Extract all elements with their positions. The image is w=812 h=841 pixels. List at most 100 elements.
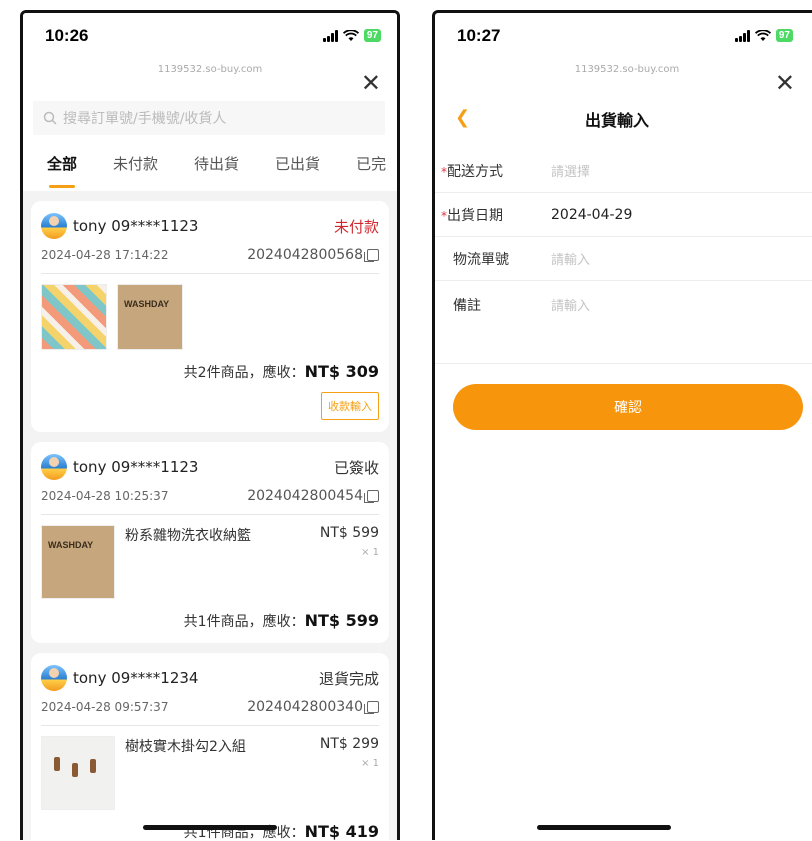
ship-date-field[interactable]: *出貨日期 2024-04-29 [435,193,812,237]
order-number: 2024042800454 [247,488,379,504]
close-icon[interactable]: ✕ [775,71,795,95]
order-summary: 共2件商品，應收：NT$ 309 [41,362,379,382]
avatar [41,454,67,480]
hook-shape [72,763,78,777]
buyer-name: tony 09****1123 [73,217,199,235]
product-image [41,284,107,350]
hook-shape [54,757,60,771]
ship-date-value[interactable]: 2024-04-29 [551,207,632,223]
battery-icon: 97 [363,29,381,42]
status-icons: 97 [322,29,381,42]
order-date: 2024-04-28 09:57:37 [41,700,169,714]
field-label-text: 配送方式 [447,163,503,180]
item-price-block: NT$ 599 × 1 [320,525,379,599]
order-card[interactable]: tony 09****1123 未付款 2024-04-28 17:14:22 … [31,201,389,432]
close-icon[interactable]: ✕ [361,71,381,95]
order-total: NT$ 599 [304,611,379,630]
buyer-name: tony 09****1234 [73,669,199,687]
home-indicator [536,825,671,830]
item-name: 樹枝實木掛勾2入組 [125,739,246,755]
status-time: 10:26 [45,26,89,45]
field-label-text: 出貨日期 [447,207,503,224]
summary-text: 共2件商品，應收： [183,365,305,381]
page-title: 出貨輸入 [584,111,649,130]
battery-icon: 97 [775,29,793,42]
buyer: tony 09****1123 [41,454,198,480]
field-label: *配送方式 [441,161,551,181]
item-price: NT$ 299 [319,736,379,752]
url-text: 1139532.so-buy.com [574,64,680,75]
order-total: NT$ 309 [304,362,379,381]
search-input[interactable]: 搜尋訂單號/手機號/收貨人 [33,101,385,135]
item-quantity: × 1 [361,758,379,769]
copy-icon[interactable] [364,701,379,714]
home-indicator [143,825,277,830]
status-badge: 退貨完成 [318,669,379,688]
nav-bar: ❮ 出貨輸入 [435,95,812,141]
order-date: 2024-04-28 10:25:37 [41,489,169,503]
tab-unpaid[interactable]: 未付款 [113,153,158,174]
buyer: tony 09****1234 [41,665,198,691]
avatar [41,665,67,691]
avatar [41,213,67,239]
tab-pending-shipment[interactable]: 待出貨 [194,153,239,174]
product-thumbnails: WASHDAY [41,284,379,350]
search-icon [43,111,57,125]
tab-completed[interactable]: 已完 [356,153,386,174]
shipment-entry-screen: 10:27 97 1139532.so-buy.com ✕ ❮ 出貨輸入 *配送… [432,10,812,840]
hook-shape [90,759,96,773]
delivery-method-select[interactable]: 請選擇 [551,161,590,180]
basket-label: WASHDAY [48,540,94,550]
header: 10:26 97 1139532.so-buy.com ✕ 搜尋訂單號/手機號/… [23,13,397,191]
field-label: 物流單號 [453,251,509,268]
item-name: 粉系雜物洗衣收納籃 [125,528,251,544]
status-icons: 97 [734,29,793,42]
status-bar: 10:26 97 [23,13,397,61]
order-card[interactable]: tony 09****1234 退貨完成 2024-04-28 09:57:37… [31,653,389,840]
buyer-name: tony 09****1123 [73,458,199,476]
product-image: WASHDAY [41,525,115,599]
copy-icon[interactable] [364,249,379,262]
field-label: 備註 [453,298,481,314]
order-tabs: 全部 未付款 待出貨 已出貨 已完 [23,135,397,191]
signal-icon [322,29,338,42]
url-text: 1139532.so-buy.com [157,64,263,75]
tab-all[interactable]: 全部 [47,153,77,188]
url-bar: 1139532.so-buy.com ✕ [435,61,812,95]
url-bar: 1139532.so-buy.com ✕ [23,61,397,101]
note-field[interactable]: 備註 請輸入 [435,281,812,363]
confirm-button[interactable]: 確認 [453,384,803,430]
tab-shipped[interactable]: 已出貨 [275,153,320,174]
status-bar: 10:27 97 [435,13,812,61]
order-number: 2024042800340 [247,699,379,715]
wifi-icon [342,29,359,41]
basket-label: WASHDAY [124,299,170,309]
item-quantity: × 1 [361,547,379,558]
search-placeholder: 搜尋訂單號/手機號/收貨人 [63,111,227,127]
status-badge: 未付款 [333,217,379,236]
tracking-number-input[interactable]: 請輸入 [551,249,590,268]
order-list-screen: 10:26 97 1139532.so-buy.com ✕ 搜尋訂單號/手機號/… [20,10,400,840]
summary-text: 共1件商品，應收： [183,614,305,630]
order-card[interactable]: tony 09****1123 已簽收 2024-04-28 10:25:37 … [31,442,389,643]
note-input[interactable]: 請輸入 [551,295,590,314]
order-number-text: 2024042800454 [247,488,363,504]
order-number-text: 2024042800340 [247,699,363,715]
copy-icon[interactable] [364,490,379,503]
payment-entry-button[interactable]: 收款輸入 [321,392,379,420]
product-image: WASHDAY [117,284,183,350]
order-summary: 共1件商品，應收：NT$ 599 [41,611,379,631]
item-price-block: NT$ 299 × 1 [320,736,379,810]
delivery-method-field[interactable]: *配送方式 請選擇 [435,149,812,193]
field-label: *出貨日期 [441,205,551,225]
buyer: tony 09****1123 [41,213,198,239]
item-price: NT$ 599 [319,525,379,541]
status-badge: 已簽收 [333,458,379,477]
tracking-number-field[interactable]: 物流單號 請輸入 [435,237,812,281]
order-total: NT$ 419 [304,822,379,840]
order-date: 2024-04-28 17:14:22 [41,248,169,262]
status-time: 10:27 [457,26,501,45]
order-number-text: 2024042800568 [247,247,363,263]
wifi-icon [754,29,771,41]
order-item: WASHDAY 粉系雜物洗衣收納籃 NT$ 599 × 1 [41,525,379,599]
